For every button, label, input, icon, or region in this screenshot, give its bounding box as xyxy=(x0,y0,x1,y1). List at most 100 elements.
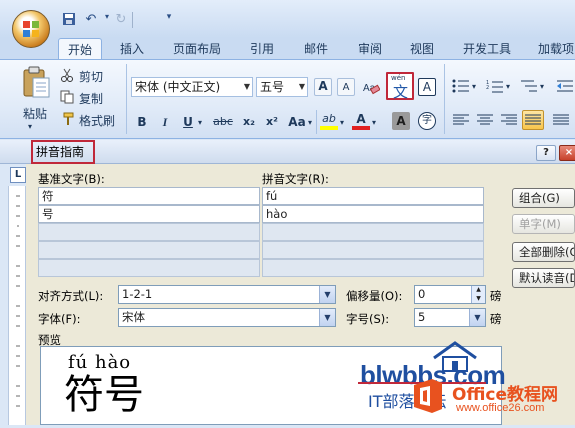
numbering-icon[interactable]: 12 xyxy=(486,79,504,93)
close-button[interactable]: × xyxy=(559,145,575,161)
multilevel-dropdown-icon[interactable]: ▾ xyxy=(540,82,544,91)
tab-mailings[interactable]: 邮件 xyxy=(296,38,336,60)
tab-references[interactable]: 引用 xyxy=(242,38,282,60)
align-value: 1-2-1 xyxy=(122,287,153,301)
office-logo-icon xyxy=(23,21,39,37)
base-text-cell[interactable]: 符 xyxy=(38,187,260,205)
dialog-title: 拼音指南 xyxy=(31,140,95,164)
grow-font-button[interactable]: A xyxy=(314,78,332,96)
group-button[interactable]: 组合(G) xyxy=(512,188,575,208)
spin-up-icon[interactable]: ▲ xyxy=(471,286,485,294)
change-case-dropdown-icon[interactable]: ▾ xyxy=(308,118,312,127)
justify-icon xyxy=(525,114,541,125)
offset-unit: 磅 xyxy=(490,289,502,303)
clear-all-button[interactable]: 全部删除(C) xyxy=(512,242,575,262)
chevron-down-icon: ▼ xyxy=(319,309,335,326)
svg-text:2: 2 xyxy=(486,85,489,91)
shrink-font-button[interactable]: A xyxy=(337,78,355,96)
chevron-down-icon: ▼ xyxy=(469,309,485,326)
underline-button[interactable]: U xyxy=(181,114,195,130)
ruby-text-cell xyxy=(262,259,484,277)
tab-developer[interactable]: 开发工具 xyxy=(455,38,519,60)
decrease-indent-icon[interactable] xyxy=(556,79,574,93)
ruby-text-cell xyxy=(262,241,484,259)
phonetic-guide-char: 文 xyxy=(393,83,409,101)
subscript-button[interactable]: x₂ xyxy=(240,114,258,129)
numbering-dropdown-icon[interactable]: ▾ xyxy=(506,82,510,91)
ruby-text-label: 拼音文字(R): xyxy=(262,172,329,186)
italic-button[interactable]: I xyxy=(158,114,172,131)
copy-icon[interactable] xyxy=(60,90,74,104)
tab-view[interactable]: 视图 xyxy=(402,38,442,60)
qat-separator xyxy=(132,12,133,28)
customize-qat-icon[interactable]: ▾ xyxy=(160,12,178,28)
strikethrough-button[interactable]: abc xyxy=(212,114,234,129)
font-color-bar xyxy=(352,126,370,130)
format-painter-button[interactable]: 格式刷 xyxy=(78,111,116,130)
office-logo-icon xyxy=(412,378,444,414)
office-button[interactable] xyxy=(12,10,50,48)
align-left-icon[interactable] xyxy=(452,113,470,127)
close-icon: × xyxy=(564,147,574,158)
enclose-char-button[interactable]: 字 xyxy=(418,112,436,130)
spin-down-icon[interactable]: ▼ xyxy=(471,294,485,303)
redo-icon[interactable]: ↻ xyxy=(112,12,130,28)
align-label: 对齐方式(L): xyxy=(38,289,104,303)
tab-insert[interactable]: 插入 xyxy=(112,38,152,60)
font-color-dropdown-icon[interactable]: ▾ xyxy=(372,118,376,127)
base-text-cell[interactable]: 号 xyxy=(38,205,260,223)
font-name-combo[interactable]: 宋体 (中文正文) ▼ xyxy=(131,77,253,97)
size-unit: 磅 xyxy=(490,312,502,326)
font-color-button[interactable]: A xyxy=(352,111,370,127)
help-button[interactable]: ? xyxy=(536,145,556,161)
paste-button[interactable]: 粘贴 xyxy=(18,104,52,123)
size-select[interactable]: 5 ▼ xyxy=(414,308,486,327)
highlight-dropdown-icon[interactable]: ▾ xyxy=(340,118,344,127)
default-reading-button[interactable]: 默认读音(D) xyxy=(512,268,575,288)
paste-icon[interactable] xyxy=(20,66,52,100)
save-icon[interactable] xyxy=(60,12,78,28)
tab-review[interactable]: 审阅 xyxy=(350,38,390,60)
offset-spinner[interactable]: 0 ▲ ▼ xyxy=(414,285,486,304)
align-center-icon[interactable] xyxy=(476,113,494,127)
distributed-icon[interactable] xyxy=(552,113,570,127)
bullets-dropdown-icon[interactable]: ▾ xyxy=(472,82,476,91)
change-case-button[interactable]: Aa xyxy=(287,114,307,130)
base-text-cell xyxy=(38,223,260,241)
tab-selector-icon[interactable]: L xyxy=(10,167,26,183)
multilevel-list-icon[interactable] xyxy=(520,79,538,93)
superscript-button[interactable]: x² xyxy=(263,114,281,129)
font-name-value: 宋体 (中文正文) xyxy=(135,80,221,94)
clear-format-icon[interactable]: Aa xyxy=(362,79,381,95)
format-painter-icon[interactable] xyxy=(60,112,74,126)
bold-button[interactable]: B xyxy=(135,114,149,130)
align-select[interactable]: 1-2-1 ▼ xyxy=(118,285,336,304)
tab-addins[interactable]: 加载项 xyxy=(534,38,575,60)
tab-page-layout[interactable]: 页面布局 xyxy=(165,38,229,60)
size-value: 5 xyxy=(418,310,426,324)
phonetic-guide-button[interactable]: wén 文 xyxy=(386,72,414,101)
copy-button[interactable]: 复制 xyxy=(78,89,104,108)
cut-button[interactable]: 剪切 xyxy=(78,67,104,86)
ruby-text-cell[interactable]: hào xyxy=(262,205,484,223)
tab-home[interactable]: 开始 xyxy=(58,38,102,60)
font-label: 字体(F): xyxy=(38,312,81,326)
cut-icon[interactable] xyxy=(60,68,74,82)
paste-dropdown-icon[interactable]: ▾ xyxy=(28,122,32,131)
bullets-icon[interactable] xyxy=(452,79,470,93)
mono-button[interactable]: 单字(M) xyxy=(512,214,575,234)
ruby-text-cell[interactable]: fú xyxy=(262,187,484,205)
char-shading-button[interactable]: A xyxy=(392,112,410,130)
align-right-icon[interactable] xyxy=(500,113,518,127)
highlight-button[interactable]: ab xyxy=(320,111,338,126)
font-select[interactable]: 宋体 ▼ xyxy=(118,308,336,327)
font-size-combo[interactable]: 五号 ▼ xyxy=(256,77,308,97)
justify-button[interactable] xyxy=(522,110,544,130)
char-border-button[interactable]: A xyxy=(418,78,436,96)
group-separator xyxy=(126,64,127,134)
vertical-ruler xyxy=(8,186,26,425)
ruby-text-cell xyxy=(262,223,484,241)
underline-dropdown-icon[interactable]: ▾ xyxy=(198,118,202,127)
base-text-cell xyxy=(38,241,260,259)
preview-base: 符号 xyxy=(64,372,144,418)
